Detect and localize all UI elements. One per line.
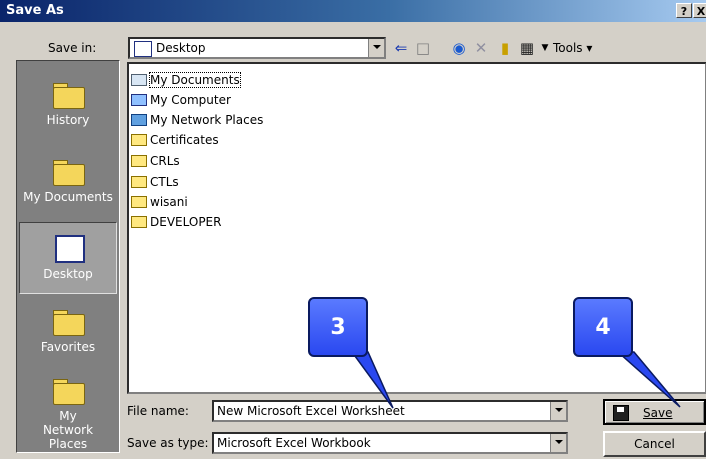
desktop-icon (134, 41, 152, 57)
place-desktop[interactable]: Desktop (19, 222, 117, 294)
place-my-documents[interactable]: My Documents (19, 156, 117, 216)
save-button[interactable]: Save (603, 399, 706, 425)
chevron-down-icon[interactable] (550, 434, 566, 452)
views-icon[interactable]: ▦ (518, 39, 536, 57)
list-item[interactable]: My Computer (131, 93, 231, 112)
place-history[interactable]: History (19, 79, 117, 139)
cancel-button[interactable]: Cancel (603, 431, 706, 457)
list-item[interactable]: CTLs (131, 175, 179, 194)
list-item[interactable]: Certificates (131, 133, 219, 152)
place-my-network-places[interactable]: My Network Places (19, 375, 117, 451)
place-favorites[interactable]: Favorites (19, 306, 117, 366)
file-name: wisani (150, 195, 188, 209)
save-in-dropdown[interactable]: Desktop (128, 37, 386, 59)
place-label: Desktop (43, 267, 93, 281)
list-item[interactable]: DEVELOPER (131, 215, 221, 234)
place-label: Favorites (40, 340, 96, 354)
network-places-icon (51, 375, 85, 405)
callout-3: 3 (308, 297, 368, 357)
floppy-disk-icon (613, 405, 629, 421)
folder-icon (131, 155, 147, 167)
file-name: CTLs (150, 175, 179, 189)
list-item[interactable]: CRLs (131, 154, 180, 173)
file-name: My Computer (150, 93, 231, 107)
back-icon[interactable]: ⇐ (392, 39, 410, 57)
delete-icon[interactable]: ✕ (472, 39, 490, 57)
folder-icon (131, 176, 147, 188)
save-as-dialog: Save As ? X Save in: Desktop ⇐ □ ◉ ✕ ▮ ▦… (0, 0, 706, 459)
save-in-label: Save in: (48, 41, 97, 55)
list-item[interactable]: wisani (131, 195, 188, 214)
save-as-type-dropdown[interactable]: Microsoft Excel Workbook (212, 432, 568, 454)
folder-icon (131, 134, 147, 146)
places-bar: History My Documents Desktop Favorites M… (16, 60, 120, 453)
list-item[interactable]: My Network Places (131, 113, 263, 132)
file-name: DEVELOPER (150, 215, 222, 229)
favorites-icon (51, 306, 85, 336)
tools-menu[interactable]: Tools ▾ (553, 41, 592, 55)
title-bar[interactable]: Save As ? X (0, 0, 706, 22)
file-name-label: File name: (127, 404, 189, 418)
callout-4: 4 (573, 297, 633, 357)
place-label: History (46, 113, 90, 127)
file-name-input[interactable]: New Microsoft Excel Worksheet (212, 400, 568, 422)
up-folder-icon[interactable]: □ (414, 39, 432, 57)
window-title: Save As (6, 3, 64, 18)
list-item[interactable]: My Documents (131, 72, 241, 92)
network-places-icon (131, 114, 147, 126)
folder-icon (131, 196, 147, 208)
file-name: Certificates (150, 133, 219, 147)
close-button[interactable]: X (693, 3, 706, 18)
place-label: My Documents (23, 190, 113, 204)
save-button-label: Save (643, 406, 673, 420)
save-as-type-label: Save as type: (127, 436, 209, 450)
my-documents-icon (51, 156, 85, 186)
file-name-value: New Microsoft Excel Worksheet (217, 404, 405, 418)
chevron-down-icon[interactable] (550, 402, 566, 420)
file-name: CRLs (150, 154, 180, 168)
new-folder-icon[interactable]: ▮ (496, 39, 514, 57)
file-name: My Documents (149, 72, 241, 88)
chevron-down-icon[interactable] (368, 39, 384, 57)
folder-shortcut-icon (131, 216, 147, 228)
my-documents-icon (131, 74, 147, 86)
desktop-icon (51, 233, 85, 263)
help-button[interactable]: ? (676, 3, 692, 18)
save-in-value: Desktop (156, 41, 206, 55)
place-label: My Network Places (42, 409, 94, 451)
history-icon (51, 79, 85, 109)
file-name: My Network Places (150, 113, 264, 127)
save-as-type-value: Microsoft Excel Workbook (217, 436, 371, 450)
search-web-icon[interactable]: ◉ (450, 39, 468, 57)
views-dropdown-icon[interactable]: ▼ (536, 39, 554, 57)
my-computer-icon (131, 94, 147, 106)
